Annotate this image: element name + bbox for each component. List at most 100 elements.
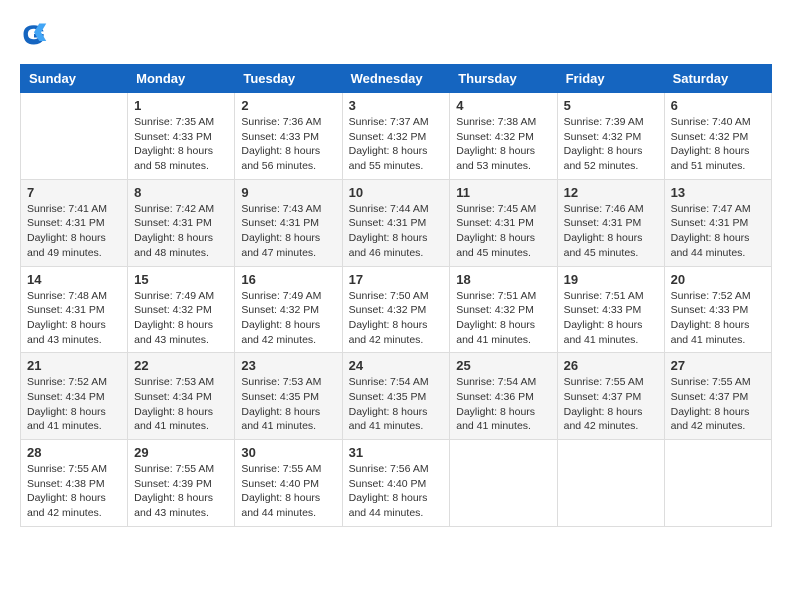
day-number: 6	[671, 98, 765, 113]
day-info: Sunrise: 7:47 AM Sunset: 4:31 PM Dayligh…	[671, 202, 765, 261]
day-info: Sunrise: 7:46 AM Sunset: 4:31 PM Dayligh…	[564, 202, 658, 261]
day-info: Sunrise: 7:37 AM Sunset: 4:32 PM Dayligh…	[349, 115, 444, 174]
day-info: Sunrise: 7:51 AM Sunset: 4:33 PM Dayligh…	[564, 289, 658, 348]
day-info: Sunrise: 7:49 AM Sunset: 4:32 PM Dayligh…	[241, 289, 335, 348]
day-number: 7	[27, 185, 121, 200]
day-number: 26	[564, 358, 658, 373]
day-info: Sunrise: 7:42 AM Sunset: 4:31 PM Dayligh…	[134, 202, 228, 261]
day-cell	[664, 440, 771, 527]
day-info: Sunrise: 7:55 AM Sunset: 4:37 PM Dayligh…	[671, 375, 765, 434]
day-number: 28	[27, 445, 121, 460]
day-cell: 31 Sunrise: 7:56 AM Sunset: 4:40 PM Dayli…	[342, 440, 450, 527]
column-header-monday: Monday	[128, 65, 235, 93]
week-row-3: 14Sunrise: 7:48 AM Sunset: 4:31 PM Dayli…	[21, 266, 772, 353]
day-info: Sunrise: 7:44 AM Sunset: 4:31 PM Dayligh…	[349, 202, 444, 261]
week-row-4: 21Sunrise: 7:52 AM Sunset: 4:34 PM Dayli…	[21, 353, 772, 440]
day-cell: 3 Sunrise: 7:37 AM Sunset: 4:32 PM Daylig…	[342, 93, 450, 180]
day-cell: 28 Sunrise: 7:55 AM Sunset: 4:38 PM Dayli…	[21, 440, 128, 527]
day-cell: 15Sunrise: 7:49 AM Sunset: 4:32 PM Dayli…	[128, 266, 235, 353]
day-cell: 1 Sunrise: 7:35 AM Sunset: 4:33 PM Daylig…	[128, 93, 235, 180]
day-info: Sunrise: 7:43 AM Sunset: 4:31 PM Dayligh…	[241, 202, 335, 261]
day-info: Sunrise: 7:39 AM Sunset: 4:32 PM Dayligh…	[564, 115, 658, 174]
day-cell: 8 Sunrise: 7:42 AM Sunset: 4:31 PM Daylig…	[128, 179, 235, 266]
day-info: Sunrise: 7:38 AM Sunset: 4:32 PM Dayligh…	[456, 115, 550, 174]
day-number: 16	[241, 272, 335, 287]
column-header-friday: Friday	[557, 65, 664, 93]
day-info: Sunrise: 7:35 AM Sunset: 4:33 PM Dayligh…	[134, 115, 228, 174]
day-cell: 9 Sunrise: 7:43 AM Sunset: 4:31 PM Daylig…	[235, 179, 342, 266]
day-number: 21	[27, 358, 121, 373]
day-cell: 25 Sunrise: 7:54 AM Sunset: 4:36 PM Dayli…	[450, 353, 557, 440]
day-number: 30	[241, 445, 335, 460]
day-number: 12	[564, 185, 658, 200]
day-info: Sunrise: 7:53 AM Sunset: 4:35 PM Dayligh…	[241, 375, 335, 434]
day-info: Sunrise: 7:53 AM Sunset: 4:34 PM Dayligh…	[134, 375, 228, 434]
day-cell: 13 Sunrise: 7:47 AM Sunset: 4:31 PM Dayli…	[664, 179, 771, 266]
day-info: Sunrise: 7:45 AM Sunset: 4:31 PM Dayligh…	[456, 202, 550, 261]
day-number: 17	[349, 272, 444, 287]
day-number: 25	[456, 358, 550, 373]
day-number: 13	[671, 185, 765, 200]
day-cell: 30 Sunrise: 7:55 AM Sunset: 4:40 PM Dayli…	[235, 440, 342, 527]
day-cell: 20 Sunrise: 7:52 AM Sunset: 4:33 PM Dayli…	[664, 266, 771, 353]
day-info: Sunrise: 7:36 AM Sunset: 4:33 PM Dayligh…	[241, 115, 335, 174]
day-cell: 7 Sunrise: 7:41 AM Sunset: 4:31 PM Daylig…	[21, 179, 128, 266]
day-cell: 11 Sunrise: 7:45 AM Sunset: 4:31 PM Dayli…	[450, 179, 557, 266]
day-number: 29	[134, 445, 228, 460]
day-info: Sunrise: 7:54 AM Sunset: 4:36 PM Dayligh…	[456, 375, 550, 434]
day-cell: 26 Sunrise: 7:55 AM Sunset: 4:37 PM Dayli…	[557, 353, 664, 440]
column-header-wednesday: Wednesday	[342, 65, 450, 93]
day-cell	[450, 440, 557, 527]
day-info: Sunrise: 7:51 AM Sunset: 4:32 PM Dayligh…	[456, 289, 550, 348]
day-cell: 21Sunrise: 7:52 AM Sunset: 4:34 PM Dayli…	[21, 353, 128, 440]
day-cell	[21, 93, 128, 180]
day-info: Sunrise: 7:55 AM Sunset: 4:40 PM Dayligh…	[241, 462, 335, 521]
column-header-saturday: Saturday	[664, 65, 771, 93]
day-number: 22	[134, 358, 228, 373]
day-number: 23	[241, 358, 335, 373]
day-cell: 18Sunrise: 7:51 AM Sunset: 4:32 PM Dayli…	[450, 266, 557, 353]
day-number: 4	[456, 98, 550, 113]
day-number: 10	[349, 185, 444, 200]
column-header-sunday: Sunday	[21, 65, 128, 93]
day-info: Sunrise: 7:40 AM Sunset: 4:32 PM Dayligh…	[671, 115, 765, 174]
week-row-1: 1 Sunrise: 7:35 AM Sunset: 4:33 PM Daylig…	[21, 93, 772, 180]
day-number: 3	[349, 98, 444, 113]
page-header	[20, 20, 772, 48]
day-cell	[557, 440, 664, 527]
day-number: 11	[456, 185, 550, 200]
day-info: Sunrise: 7:55 AM Sunset: 4:37 PM Dayligh…	[564, 375, 658, 434]
calendar-table: SundayMondayTuesdayWednesdayThursdayFrid…	[20, 64, 772, 527]
column-header-thursday: Thursday	[450, 65, 557, 93]
day-info: Sunrise: 7:52 AM Sunset: 4:33 PM Dayligh…	[671, 289, 765, 348]
day-cell: 12 Sunrise: 7:46 AM Sunset: 4:31 PM Dayli…	[557, 179, 664, 266]
day-cell: 23 Sunrise: 7:53 AM Sunset: 4:35 PM Dayli…	[235, 353, 342, 440]
day-cell: 29 Sunrise: 7:55 AM Sunset: 4:39 PM Dayli…	[128, 440, 235, 527]
day-info: Sunrise: 7:56 AM Sunset: 4:40 PM Dayligh…	[349, 462, 444, 521]
day-number: 31	[349, 445, 444, 460]
day-cell: 10 Sunrise: 7:44 AM Sunset: 4:31 PM Dayli…	[342, 179, 450, 266]
day-cell: 5 Sunrise: 7:39 AM Sunset: 4:32 PM Daylig…	[557, 93, 664, 180]
calendar-header-row: SundayMondayTuesdayWednesdayThursdayFrid…	[21, 65, 772, 93]
day-number: 5	[564, 98, 658, 113]
day-number: 19	[564, 272, 658, 287]
day-info: Sunrise: 7:50 AM Sunset: 4:32 PM Dayligh…	[349, 289, 444, 348]
day-cell: 19 Sunrise: 7:51 AM Sunset: 4:33 PM Dayli…	[557, 266, 664, 353]
day-info: Sunrise: 7:55 AM Sunset: 4:39 PM Dayligh…	[134, 462, 228, 521]
logo	[20, 20, 52, 48]
day-number: 20	[671, 272, 765, 287]
day-info: Sunrise: 7:55 AM Sunset: 4:38 PM Dayligh…	[27, 462, 121, 521]
day-cell: 4 Sunrise: 7:38 AM Sunset: 4:32 PM Daylig…	[450, 93, 557, 180]
day-cell: 16 Sunrise: 7:49 AM Sunset: 4:32 PM Dayli…	[235, 266, 342, 353]
column-header-tuesday: Tuesday	[235, 65, 342, 93]
day-info: Sunrise: 7:41 AM Sunset: 4:31 PM Dayligh…	[27, 202, 121, 261]
day-info: Sunrise: 7:49 AM Sunset: 4:32 PM Dayligh…	[134, 289, 228, 348]
week-row-2: 7 Sunrise: 7:41 AM Sunset: 4:31 PM Daylig…	[21, 179, 772, 266]
day-number: 8	[134, 185, 228, 200]
day-cell: 14Sunrise: 7:48 AM Sunset: 4:31 PM Dayli…	[21, 266, 128, 353]
day-cell: 17 Sunrise: 7:50 AM Sunset: 4:32 PM Dayli…	[342, 266, 450, 353]
day-number: 14	[27, 272, 121, 287]
day-number: 1	[134, 98, 228, 113]
day-cell: 27Sunrise: 7:55 AM Sunset: 4:37 PM Dayli…	[664, 353, 771, 440]
day-number: 9	[241, 185, 335, 200]
